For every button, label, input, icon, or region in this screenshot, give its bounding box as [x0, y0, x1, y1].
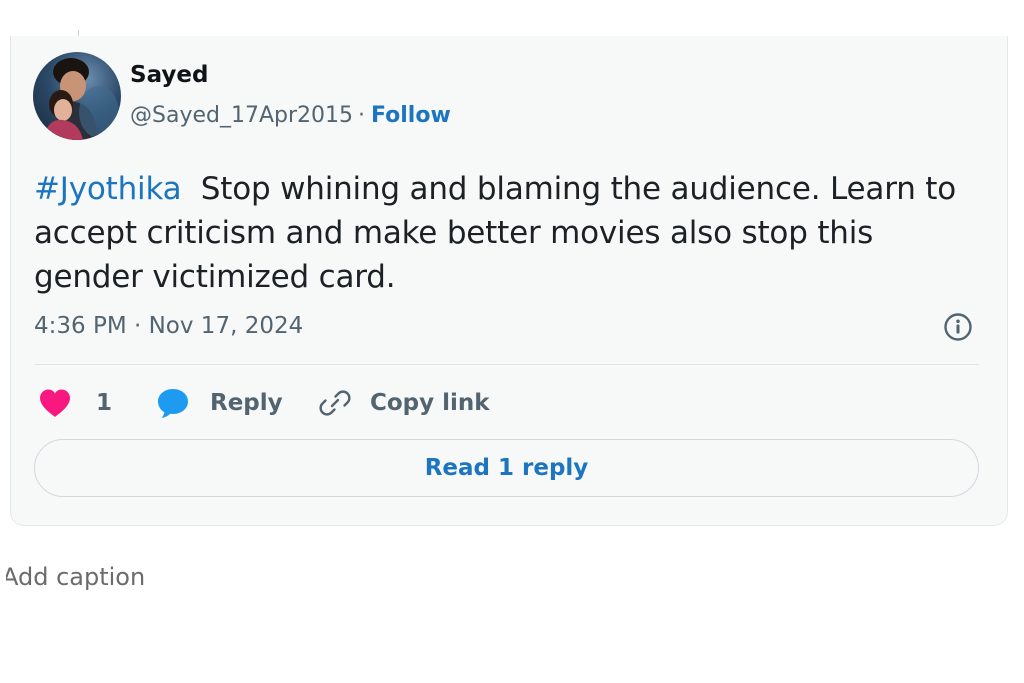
follow-button[interactable]: Follow [371, 103, 451, 128]
separator: · [358, 103, 366, 128]
author-handle[interactable]: @Sayed_17Apr2015 [130, 103, 353, 128]
caption-field[interactable]: Add caption [6, 563, 406, 591]
divider [34, 364, 979, 365]
speech-bubble-icon [156, 387, 190, 419]
like-button[interactable]: 1 [38, 386, 112, 420]
tweet-text: #Jyothika Stop whining and blaming the a… [34, 167, 964, 299]
heart-icon [38, 388, 72, 418]
link-icon [318, 387, 352, 419]
info-icon[interactable] [943, 312, 973, 342]
hashtag-link[interactable]: #Jyothika [34, 171, 182, 207]
like-count: 1 [96, 390, 113, 416]
avatar[interactable] [33, 52, 121, 140]
copy-link-button[interactable]: Copy link [318, 386, 490, 420]
tweet-timestamp[interactable]: 4:36 PM · Nov 17, 2024 [34, 313, 303, 339]
author-name[interactable]: Sayed [130, 62, 208, 88]
reply-button[interactable]: Reply [156, 386, 283, 420]
read-replies-button[interactable]: Read 1 reply [34, 439, 979, 497]
copy-link-label: Copy link [370, 390, 490, 416]
reply-label: Reply [210, 390, 283, 416]
author-handle-row: @Sayed_17Apr2015 · Follow [130, 103, 451, 128]
